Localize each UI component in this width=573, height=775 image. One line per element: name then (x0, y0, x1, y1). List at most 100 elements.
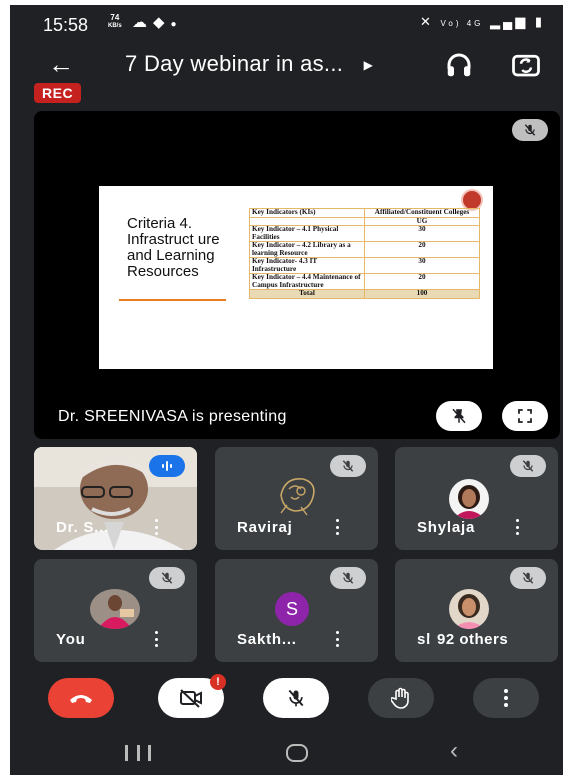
participant-avatar (449, 479, 489, 519)
back-nav-button[interactable]: ‹ (450, 737, 458, 765)
switch-camera-icon[interactable] (510, 50, 542, 80)
slide-heading: Criteria 4. Infrastruct ure and Learning… (127, 215, 220, 280)
table-cell: 100 (364, 289, 480, 299)
participant-avatar (449, 589, 489, 629)
battery-icon: ▮ (534, 14, 545, 29)
mic-off-icon (161, 572, 173, 584)
status-system-icons: ✕ Vo) 4G ▂▄▆ ▮ (420, 14, 545, 30)
participant-name: Raviraj (237, 519, 293, 536)
participant-initial-avatar: S (275, 592, 309, 626)
participant-tile[interactable]: You (34, 559, 197, 662)
table-cell: Total (249, 289, 365, 299)
mic-off-icon (522, 572, 534, 584)
slide-divider (119, 299, 226, 301)
recent-apps-button[interactable] (125, 745, 151, 761)
fullscreen-button[interactable] (502, 401, 548, 431)
participant-menu-button[interactable] (512, 517, 522, 537)
recording-badge: REC (34, 83, 82, 103)
camera-toggle-button[interactable]: ! (158, 674, 226, 718)
table-header-row: Key Indicators (KIs) Affiliated/Constitu… (249, 208, 480, 218)
others-tile[interactable]: sh 92 others (395, 559, 558, 662)
camera-off-icon (180, 689, 202, 708)
signal-icon: ▂▄▆ (490, 14, 529, 29)
presenter-label: Dr. SREENIVASA is presenting (58, 408, 287, 425)
key-indicators-table: Key Indicators (KIs) Affiliated/Constitu… (249, 208, 480, 299)
participant-tile[interactable]: Shylaja (395, 447, 558, 550)
presentation-view[interactable]: Criteria 4. Infrastruct ure and Learning… (34, 111, 560, 439)
raise-hand-button[interactable] (368, 678, 434, 718)
lion-avatar-icon (280, 478, 315, 516)
table-cell: 30 (364, 225, 480, 242)
network-speed-unit: KB/s (108, 23, 122, 29)
network-speed-value: 74 (110, 13, 120, 22)
table-cell: Key Indicator – 4.1 Physical Facilities (249, 225, 365, 242)
unpin-button[interactable] (436, 401, 482, 431)
end-call-button[interactable] (48, 678, 114, 718)
phone-hangup-icon (70, 695, 92, 703)
table-header-cell: Key Indicators (KIs) (249, 208, 365, 218)
mic-off-icon (342, 460, 354, 472)
mic-off-indicator (510, 567, 546, 589)
participant-name: Dr. S... (56, 519, 110, 536)
participant-name: Sakth... (237, 631, 297, 648)
table-cell: Key Indicator- 4.3 IT Infrastructure (249, 257, 365, 274)
shield-icon: ◆ (153, 14, 171, 31)
dot-icon: ● (170, 19, 183, 30)
unpin-icon (452, 408, 466, 424)
participant-name: Shylaja (417, 519, 476, 536)
table-total-row: Total 100 (249, 289, 480, 299)
more-options-button[interactable] (473, 678, 539, 718)
volte-label: Vo) 4G (440, 19, 484, 28)
mic-off-icon (288, 689, 304, 707)
microphone-toggle-button[interactable] (263, 678, 329, 718)
chevron-right-icon: ▶ (363, 58, 374, 73)
participant-tile[interactable]: Dr. S... (34, 447, 197, 550)
mute-status-icon: ✕ (419, 14, 434, 29)
meeting-title-text: 7 Day webinar in as... (125, 51, 344, 76)
mic-off-icon (342, 572, 354, 584)
table-cell: Key Indicator – 4.2 Library as a learnin… (249, 241, 365, 258)
shared-slide: Criteria 4. Infrastruct ure and Learning… (99, 186, 493, 369)
mic-off-icon (524, 124, 536, 136)
participant-menu-button[interactable] (332, 517, 342, 537)
others-count-label: 92 others (429, 629, 517, 650)
mic-off-indicator (149, 567, 185, 589)
table-cell: 20 (364, 273, 480, 290)
weather-icon: ☁ (132, 14, 153, 31)
participant-menu-button[interactable] (332, 629, 342, 649)
table-row: Key Indicator – 4.4 Maintenance of Campu… (249, 273, 480, 290)
speaking-indicator (149, 455, 185, 477)
participant-menu-button[interactable] (151, 517, 161, 537)
participant-name: You (56, 631, 86, 648)
table-cell: 20 (364, 241, 480, 258)
meeting-title[interactable]: 7 Day webinar in as... ▶ (125, 51, 373, 77)
network-speed: 74 KB/s (108, 14, 122, 30)
presentation-mute-indicator (512, 119, 548, 141)
system-nav-bar: ‹ (10, 733, 563, 775)
meet-screen: 15:58 74 KB/s ☁◆● ✕ Vo) 4G ▂▄▆ ▮ ← 7 Day… (10, 5, 563, 775)
table-cell: 30 (364, 257, 480, 274)
raise-hand-icon (391, 687, 409, 709)
participant-tile[interactable]: S Sakth... (215, 559, 378, 662)
fullscreen-icon (518, 409, 532, 423)
table-row: Key Indicator- 4.3 IT Infrastructure 30 (249, 257, 480, 274)
participant-tile[interactable]: Raviraj (215, 447, 378, 550)
table-cell: Key Indicator – 4.4 Maintenance of Campu… (249, 273, 365, 290)
mic-off-icon (522, 460, 534, 472)
headphones-icon[interactable] (444, 50, 474, 80)
home-button[interactable] (286, 744, 308, 762)
table-row: Key Indicator – 4.1 Physical Facilities … (249, 225, 480, 242)
status-notification-icons: ☁◆● (132, 13, 183, 31)
audio-level-icon (162, 461, 172, 471)
back-arrow-icon[interactable]: ← (45, 48, 77, 80)
mic-off-indicator (330, 455, 366, 477)
more-vert-icon (504, 689, 508, 707)
table-row: Key Indicator – 4.2 Library as a learnin… (249, 241, 480, 258)
camera-alert-badge: ! (210, 674, 226, 690)
participant-avatar (90, 589, 140, 629)
table-header-cell: Affiliated/Constituent Colleges (364, 208, 480, 218)
participant-menu-button[interactable] (151, 629, 161, 649)
status-time: 15:58 (43, 15, 89, 35)
mic-off-indicator (510, 455, 546, 477)
mic-off-indicator (330, 567, 366, 589)
